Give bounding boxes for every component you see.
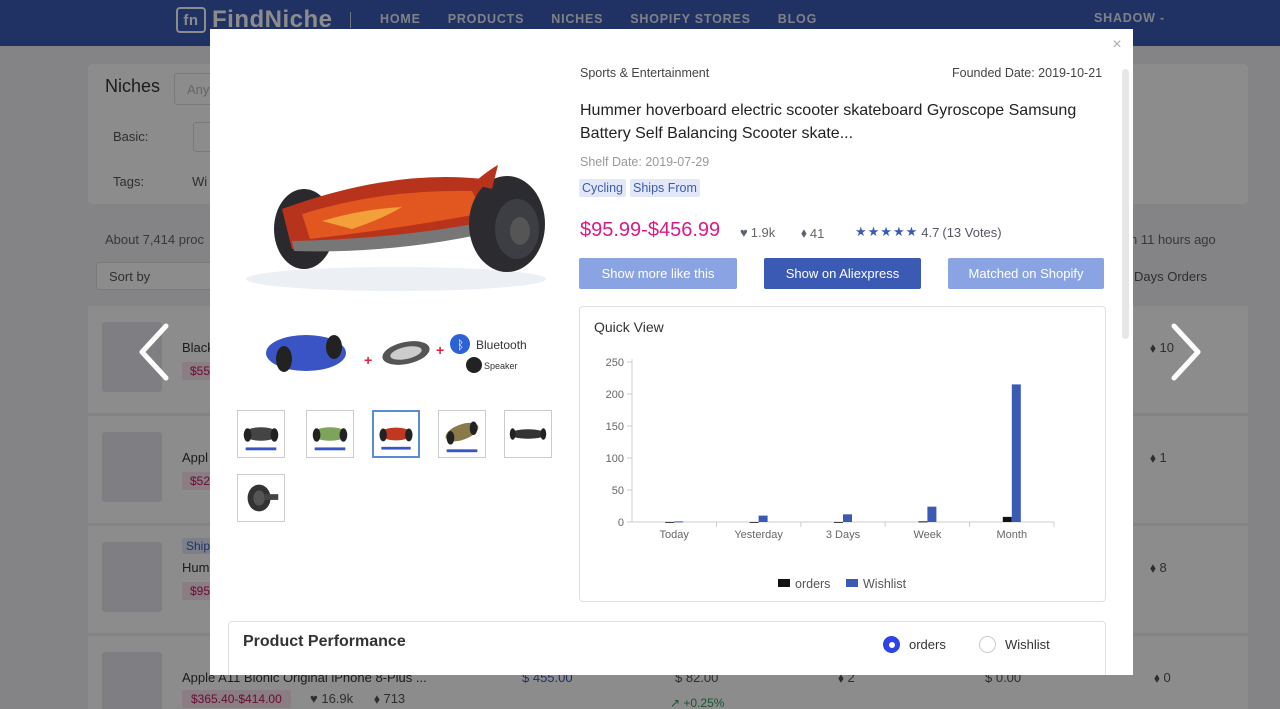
next-arrow-icon[interactable] [1166, 322, 1206, 382]
y-tick-label: 50 [612, 485, 624, 497]
quick-view-chart: 0 50 100 150 200 250 Today Yesterday 3 Days Week M… [606, 357, 1055, 591]
founded-date: Founded Date: 2019-10-21 [952, 66, 1103, 80]
bar-orders [749, 522, 759, 523]
x-tick-label: Month [997, 529, 1028, 541]
legend-swatch-orders [778, 579, 790, 587]
y-tick-label: 250 [606, 357, 624, 369]
rating-value: 4.7 [921, 224, 940, 240]
product-price: $95.99-$456.99 [580, 219, 721, 241]
radio-wishlist[interactable]: Wishlist [979, 636, 1050, 653]
product-performance-card: Product Performance orders Wishlist [228, 621, 1106, 675]
svg-text:+: + [364, 352, 372, 368]
likes-count: ♥ 1.9k [740, 225, 776, 240]
shelf-date: Shelf Date: 2019-07-29 [580, 155, 710, 169]
svg-text:+: + [436, 342, 444, 358]
x-tick-label: Week [913, 529, 941, 541]
heart-icon: ♥ [740, 225, 748, 240]
y-tick-label: 100 [606, 453, 624, 465]
radio-wishlist-dot[interactable] [979, 636, 996, 653]
product-main-image[interactable] [232, 129, 560, 299]
bar-orders [834, 522, 843, 523]
tag-icon: ⬧ [801, 225, 807, 240]
thumbnail-1[interactable] [237, 410, 285, 458]
speaker-label: Speaker [484, 361, 518, 371]
bar-wishlist [674, 521, 684, 523]
matched-on-shopify-button[interactable]: Matched on Shopify [948, 258, 1104, 289]
y-tick-label: 0 [618, 517, 624, 529]
performance-title: Product Performance [243, 633, 406, 650]
product-bundle-image[interactable]: + + ᛒ Bluetooth Speaker [264, 325, 544, 381]
bluetooth-label: Bluetooth [476, 338, 527, 352]
legend-label-wishlist: Wishlist [863, 577, 907, 591]
thumbnail-4[interactable] [438, 410, 486, 458]
rating-votes: (13 Votes) [942, 224, 1002, 240]
tag-ships-from[interactable]: Ships From [630, 179, 700, 197]
bar-orders [918, 521, 928, 523]
radio-orders[interactable]: orders [883, 636, 946, 653]
bar-wishlist [758, 515, 768, 522]
product-title: Hummer hoverboard electric scooter skate… [580, 102, 1077, 142]
bar-wishlist [843, 514, 852, 522]
x-tick-label: 3 Days [826, 529, 861, 541]
bar-orders [1002, 516, 1012, 522]
show-more-like-this-button[interactable]: Show more like this [579, 258, 737, 289]
x-tick-label: Today [660, 529, 690, 541]
rating: ★★★★★ 4.7 (13 Votes) [855, 224, 1002, 240]
legend-label-orders: orders [795, 577, 830, 591]
modal-scrollbar[interactable] [1122, 69, 1129, 339]
tag-cycling[interactable]: Cycling [579, 179, 626, 197]
thumbnail-5[interactable] [504, 410, 552, 458]
product-category[interactable]: Sports & Entertainment [580, 66, 709, 80]
show-on-aliexpress-button[interactable]: Show on Aliexpress [764, 258, 921, 289]
quick-view-card: Quick View 0 50 100 150 200 250 Today Yesterday… [579, 306, 1106, 602]
bar-orders [665, 522, 675, 523]
thumbnail-3[interactable] [372, 410, 420, 458]
thumbnail-2[interactable] [306, 410, 354, 458]
star-rating-icon: ★★★★★ [855, 224, 919, 239]
radio-wishlist-label: Wishlist [1005, 637, 1050, 652]
y-tick-label: 200 [606, 389, 624, 401]
bar-wishlist [1011, 384, 1021, 522]
previous-arrow-icon[interactable] [134, 322, 174, 382]
legend-swatch-wishlist [846, 579, 858, 587]
radio-orders-dot[interactable] [883, 636, 900, 653]
tag-count: ⬧ 41 [801, 225, 825, 241]
svg-text:ᛒ: ᛒ [457, 338, 464, 352]
bar-wishlist [927, 506, 937, 522]
close-icon[interactable]: × [1110, 37, 1124, 53]
y-tick-label: 150 [606, 421, 624, 433]
x-tick-label: Yesterday [734, 529, 783, 541]
thumbnail-6[interactable] [237, 474, 285, 522]
product-tags: Cycling Ships From [579, 179, 700, 197]
product-detail-modal: × + + ᛒ Bluetooth Speaker Sports & Enter… [210, 29, 1133, 675]
radio-orders-label: orders [909, 637, 946, 652]
